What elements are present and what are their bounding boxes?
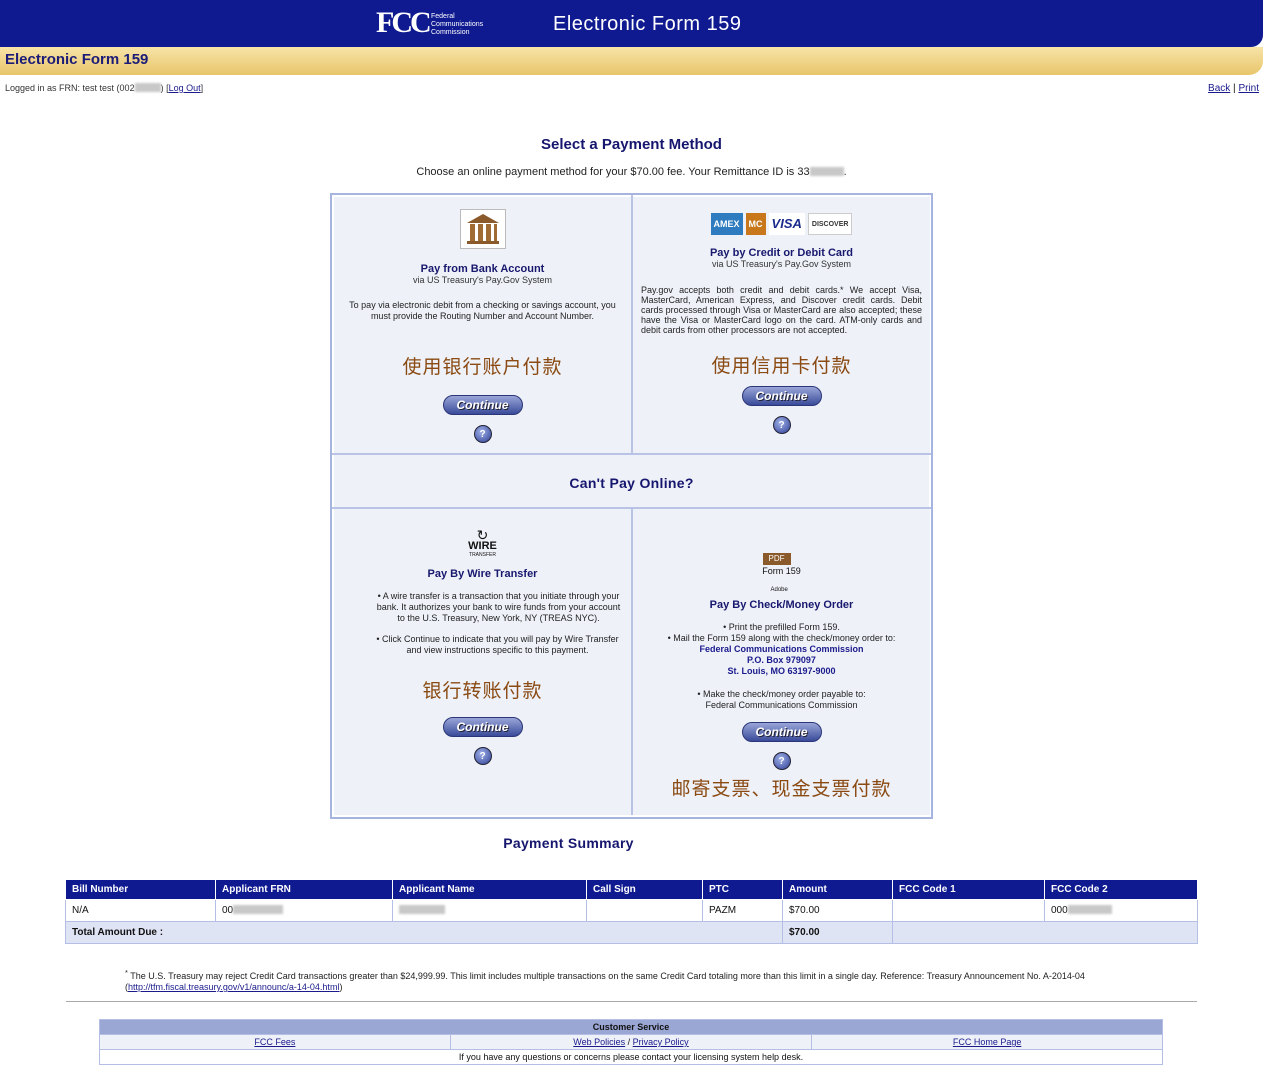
wire-chinese-label: 银行转账付款 bbox=[422, 681, 543, 702]
payment-methods-box: Pay from Bank Account via US Treasury's … bbox=[330, 193, 933, 819]
bank-help-icon[interactable]: ? bbox=[473, 425, 492, 443]
divider bbox=[66, 1001, 1197, 1002]
back-link[interactable]: Back bbox=[1208, 83, 1230, 94]
card-description: Pay.gov accepts both credit and debit ca… bbox=[641, 285, 922, 335]
wire-bullet-1: A wire transfer is a transaction that yo… bbox=[377, 591, 621, 623]
table-header-row: Bill Number Applicant FRN Applicant Name… bbox=[65, 879, 1198, 900]
payment-intro: Choose an online payment method for your… bbox=[0, 166, 1263, 178]
redacted-remittance bbox=[809, 167, 844, 176]
customer-service-table: Customer Service FCC Fees Web Policies /… bbox=[99, 1019, 1163, 1065]
wire-continue-button[interactable]: Continue bbox=[442, 717, 523, 737]
check-title: Pay By Check/Money Order bbox=[709, 599, 854, 611]
column-header: Amount bbox=[782, 879, 893, 900]
wire-transfer-icon: ↻ WIRE TRANSFER bbox=[468, 527, 497, 558]
mail-address-line-3: St. Louis, MO 63197-9000 bbox=[727, 666, 836, 676]
card-subtitle: via US Treasury's Pay.Gov System bbox=[711, 259, 852, 269]
bank-account-option: Pay from Bank Account via US Treasury's … bbox=[334, 197, 631, 453]
login-text: Logged in as FRN: test test (002 bbox=[5, 83, 135, 93]
check-bullet-3: Make the check/money order payable to: bbox=[697, 689, 865, 699]
select-payment-heading: Select a Payment Method bbox=[541, 136, 722, 153]
top-links: Back | Print bbox=[1208, 83, 1259, 94]
top-header-bar: FCC Federal Communications Commission El… bbox=[0, 0, 1263, 47]
visa-icon: VISA bbox=[768, 213, 805, 235]
mastercard-icon: MC bbox=[745, 213, 766, 235]
applicant-frn-cell: 00 bbox=[215, 899, 393, 922]
app-title: Electronic Form 159 bbox=[553, 13, 742, 35]
discover-icon: DISCOVER bbox=[807, 213, 853, 235]
print-link[interactable]: Print bbox=[1238, 83, 1259, 94]
fcc-logo: FCC bbox=[376, 6, 432, 39]
card-chinese-label: 使用信用卡付款 bbox=[711, 356, 852, 377]
column-header: Applicant Name bbox=[392, 879, 587, 900]
call-sign-cell bbox=[586, 899, 703, 922]
mail-address-line-1: Federal Communications Commission bbox=[699, 644, 864, 654]
fcc-logo-subtitle: Federal Communications Commission bbox=[431, 13, 484, 36]
payment-summary-table: Bill Number Applicant FRN Applicant Name… bbox=[65, 879, 1198, 944]
subheader-bar: Electronic Form 159 bbox=[0, 47, 1263, 75]
check-help-icon[interactable]: ? bbox=[772, 752, 791, 770]
bank-icon bbox=[459, 209, 506, 249]
credit-card-option: AMEX MC VISA DISCOVER Pay by Credit or D… bbox=[633, 197, 930, 453]
check-chinese-label: 邮寄支票、现金支票付款 bbox=[671, 779, 892, 800]
card-title: Pay by Credit or Debit Card bbox=[709, 247, 854, 259]
intro-end: . bbox=[843, 166, 847, 178]
login-bracket-end: ] bbox=[200, 83, 204, 93]
pdf-form-icon: PDF Form 159 Adobe bbox=[762, 553, 801, 593]
bank-description: To pay via electronic debit from a check… bbox=[349, 300, 616, 321]
column-header: PTC bbox=[702, 879, 783, 900]
wire-help-icon[interactable]: ? bbox=[473, 747, 492, 765]
fcc-code-1-cell bbox=[892, 899, 1045, 922]
check-bullet-1: Print the prefilled Form 159. bbox=[723, 622, 840, 632]
login-status: Logged in as FRN: test test (002 ) [Log O… bbox=[5, 83, 203, 93]
wire-title: Pay By Wire Transfer bbox=[427, 568, 538, 580]
column-header: FCC Code 1 bbox=[892, 879, 1045, 900]
bank-chinese-label: 使用银行账户付款 bbox=[402, 357, 563, 378]
amount-cell: $70.00 bbox=[782, 899, 893, 922]
fcc-code-2-cell: 000 bbox=[1044, 899, 1198, 922]
table-row: N/A 00 PAZM $70.00 000 bbox=[65, 899, 1198, 922]
cant-pay-online-heading: Can't Pay Online? bbox=[334, 455, 929, 507]
web-policies-link[interactable]: Web Policies bbox=[573, 1037, 625, 1047]
card-help-icon[interactable]: ? bbox=[772, 416, 791, 434]
total-row: Total Amount Due : $70.00 bbox=[65, 921, 1198, 944]
treasury-link[interactable]: http://tfm.fiscal.treasury.gov/v1/announ… bbox=[128, 982, 339, 992]
column-header: Applicant FRN bbox=[215, 879, 393, 900]
check-continue-button[interactable]: Continue bbox=[741, 722, 822, 742]
payment-summary-heading: Payment Summary bbox=[503, 835, 634, 851]
redacted-frn bbox=[134, 83, 161, 92]
column-header: Bill Number bbox=[65, 879, 216, 900]
logout-link[interactable]: Log Out bbox=[169, 83, 201, 93]
column-header: Call Sign bbox=[586, 879, 703, 900]
wire-transfer-option: ↻ WIRE TRANSFER Pay By Wire Transfer A w… bbox=[334, 509, 631, 815]
check-bullet-2: Mail the Form 159 along with the check/m… bbox=[668, 633, 896, 643]
privacy-policy-link[interactable]: Privacy Policy bbox=[633, 1037, 689, 1047]
total-label: Total Amount Due : bbox=[65, 921, 783, 944]
card-logos: AMEX MC VISA DISCOVER bbox=[710, 213, 853, 235]
bill-number-cell: N/A bbox=[65, 899, 216, 922]
applicant-name-cell bbox=[392, 899, 587, 922]
check-money-order-option: PDF Form 159 Adobe Pay By Check/Money Or… bbox=[633, 509, 930, 815]
wire-bullet-2: Click Continue to indicate that you will… bbox=[376, 634, 618, 655]
fcc-home-link[interactable]: FCC Home Page bbox=[953, 1037, 1022, 1047]
fcc-fees-link[interactable]: FCC Fees bbox=[254, 1037, 295, 1047]
column-header: FCC Code 2 bbox=[1044, 879, 1198, 900]
payable-to: Federal Communications Commission bbox=[705, 700, 858, 710]
mail-address-line-2: P.O. Box 979097 bbox=[747, 655, 816, 665]
total-amount: $70.00 bbox=[782, 921, 893, 944]
page-title: Electronic Form 159 bbox=[5, 51, 149, 68]
intro-text: Choose an online payment method for your… bbox=[416, 166, 810, 178]
amex-icon: AMEX bbox=[710, 213, 743, 235]
customer-service-heading: Customer Service bbox=[99, 1019, 1163, 1035]
footnote: * The U.S. Treasury may reject Credit Ca… bbox=[125, 968, 1085, 992]
bank-title: Pay from Bank Account bbox=[420, 263, 545, 275]
ptc-cell: PAZM bbox=[702, 899, 783, 922]
card-continue-button[interactable]: Continue bbox=[741, 386, 822, 406]
bank-continue-button[interactable]: Continue bbox=[442, 395, 523, 415]
login-text-end: ) [ bbox=[160, 83, 169, 93]
bank-subtitle: via US Treasury's Pay.Gov System bbox=[412, 275, 553, 285]
help-desk-note: If you have any questions or concerns pl… bbox=[99, 1049, 1163, 1065]
